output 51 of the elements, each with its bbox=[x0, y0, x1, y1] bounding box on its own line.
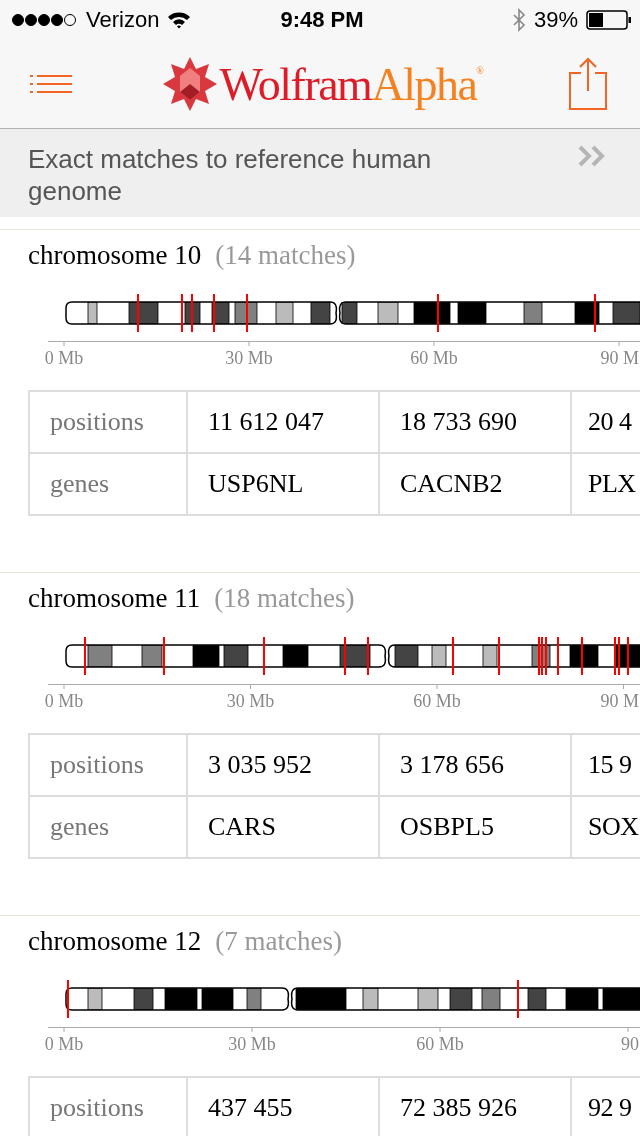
table-cell: 92 9 bbox=[572, 1078, 640, 1136]
axis-label: 60 Mb bbox=[413, 691, 461, 711]
table-cell: SOX bbox=[572, 797, 640, 859]
double-chevron-icon[interactable] bbox=[578, 145, 606, 167]
match-count: (18 matches) bbox=[214, 583, 355, 615]
row-header: positions bbox=[30, 392, 188, 454]
battery-icon bbox=[586, 10, 632, 30]
banner-title: Exact matches to reference human genome bbox=[28, 143, 433, 207]
bluetooth-icon bbox=[511, 8, 526, 32]
axis-label: 0 Mb bbox=[44, 348, 84, 368]
axis-label: 90 bbox=[621, 1034, 639, 1054]
star-logo-icon bbox=[161, 56, 218, 112]
axis-label: 0 Mb bbox=[44, 1034, 84, 1054]
row-header: genes bbox=[30, 797, 188, 859]
axis-label: 30 Mb bbox=[226, 691, 275, 711]
table-cell: CARS bbox=[188, 797, 380, 859]
battery-percent: 39% bbox=[533, 7, 578, 33]
signal-icon bbox=[12, 13, 78, 27]
axis-label: 90 M bbox=[600, 691, 639, 711]
wifi-icon bbox=[167, 11, 192, 29]
table-cell: 3 035 952 bbox=[188, 735, 380, 797]
table-cell: 18 733 690 bbox=[380, 392, 572, 454]
table-cell: 15 9 bbox=[572, 735, 640, 797]
axis-label: 30 Mb bbox=[228, 1034, 276, 1054]
chromosome-title: chromosome 10 bbox=[28, 240, 202, 272]
table-cell: 72 385 926 bbox=[380, 1078, 572, 1136]
table-cell: USP6NL bbox=[188, 454, 380, 516]
table-cell: 437 455 bbox=[188, 1078, 380, 1136]
status-time: 9:48 PM bbox=[280, 7, 364, 33]
table-cell: 3 178 656 bbox=[380, 735, 572, 797]
axis-label: 60 Mb bbox=[416, 1034, 464, 1054]
menu-button[interactable] bbox=[30, 74, 72, 94]
share-button[interactable] bbox=[568, 57, 608, 111]
table-cell: OSBPL5 bbox=[380, 797, 572, 859]
table-cell: CACNB2 bbox=[380, 454, 572, 516]
chromosome-title: chromosome 11 bbox=[28, 583, 201, 615]
axis-label: 0 Mb bbox=[44, 691, 84, 711]
table-cell: 11 612 047 bbox=[188, 392, 380, 454]
axis-label: 60 Mb bbox=[410, 348, 458, 368]
carrier-name: Verizon bbox=[86, 7, 160, 33]
chromosome-title: chromosome 12 bbox=[28, 926, 202, 958]
match-count: (7 matches) bbox=[215, 926, 342, 958]
row-header: genes bbox=[30, 454, 188, 516]
axis-label: 90 M bbox=[600, 348, 639, 368]
logo-wordmark: WolframAlpha$^{®}$ bbox=[219, 57, 483, 111]
match-count: (14 matches) bbox=[215, 240, 356, 272]
axis-label: 30 Mb bbox=[225, 348, 273, 368]
table-cell: PLX bbox=[572, 454, 640, 516]
row-header: positions bbox=[30, 1078, 188, 1136]
row-header: positions bbox=[30, 735, 188, 797]
table-cell: 20 4 bbox=[572, 392, 640, 454]
